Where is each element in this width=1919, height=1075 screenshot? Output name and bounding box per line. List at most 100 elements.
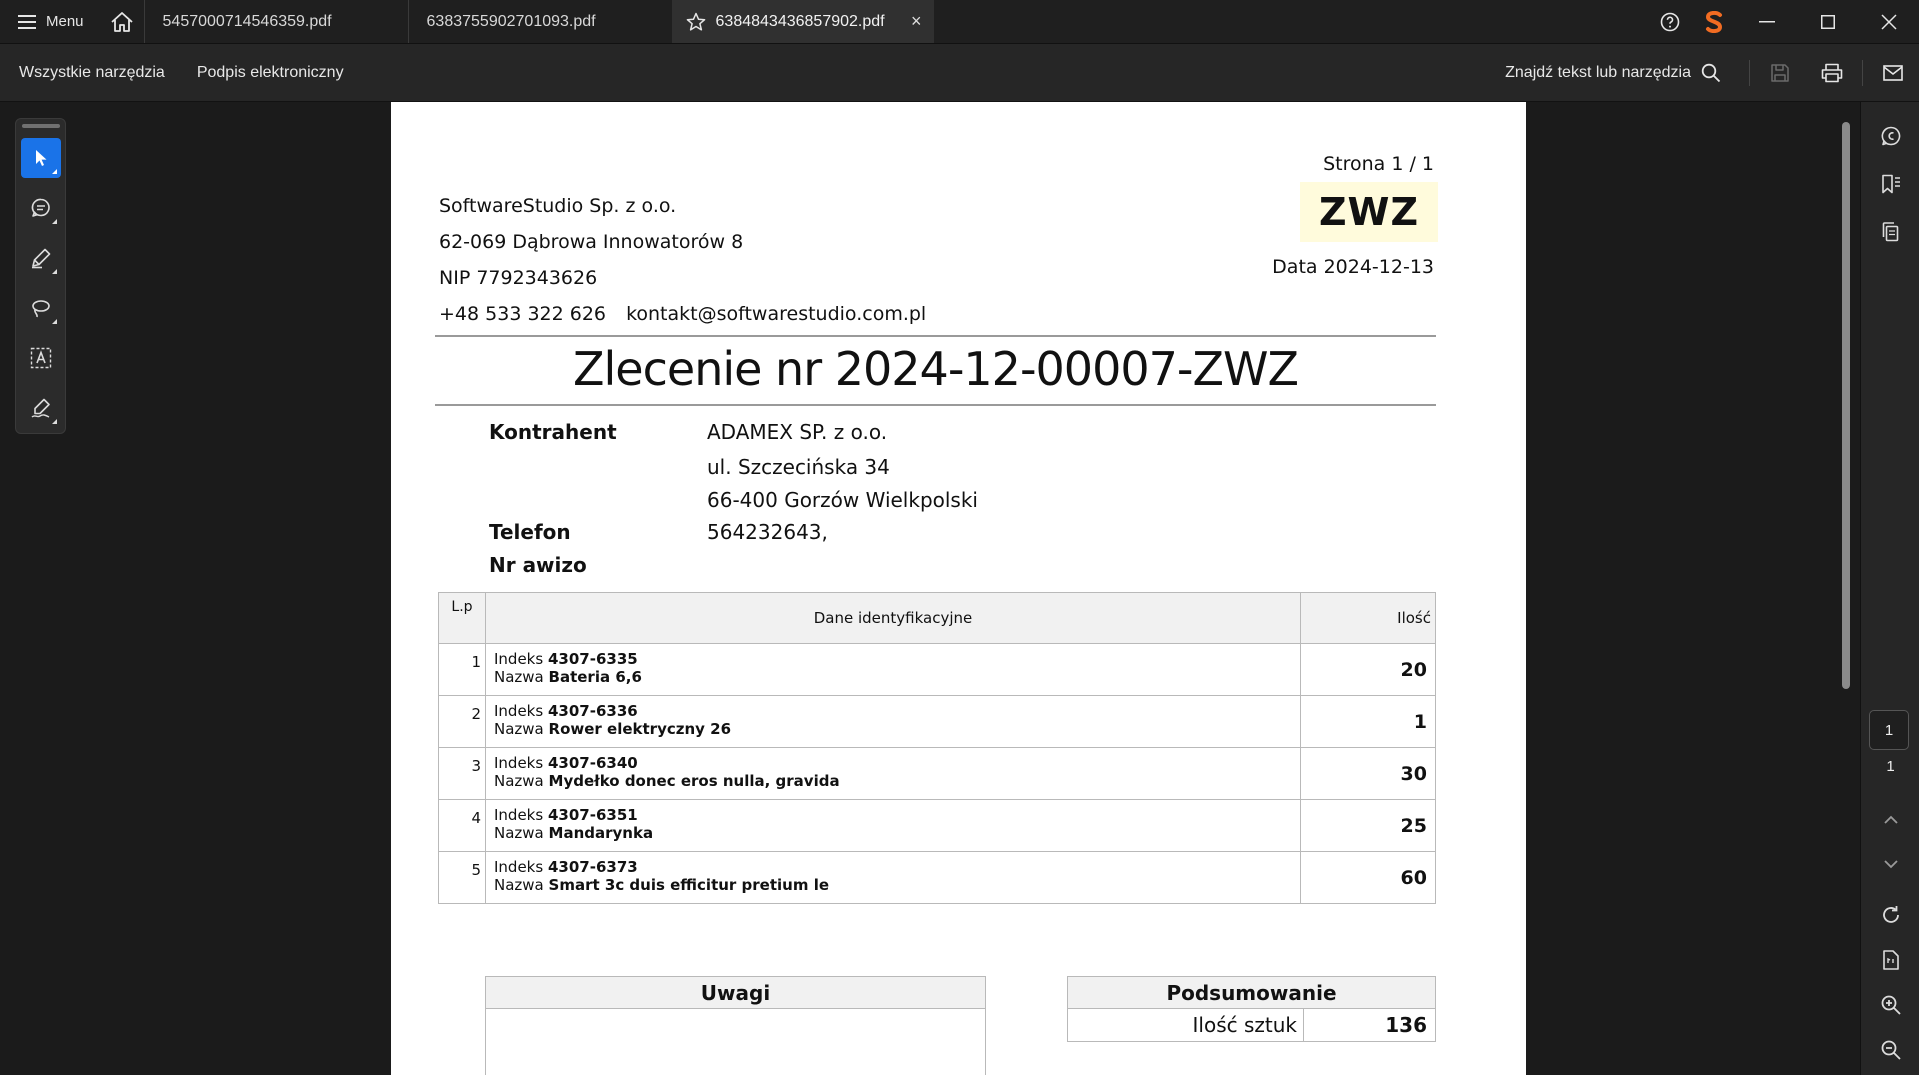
row-qty: 25 [1300, 799, 1436, 852]
tab-document-1[interactable]: 5457000714546359.pdf [143, 0, 408, 43]
panel-drag-handle[interactable] [21, 124, 60, 128]
company-address: 62-069 Dąbrowa Innowatorów 8 [439, 231, 744, 253]
total-pages: 1 [1886, 758, 1895, 775]
mail-icon [1883, 64, 1903, 81]
remarks-header: Uwagi [486, 977, 985, 1009]
index-label: Indeks [494, 858, 544, 876]
tab-label: 5457000714546359.pdf [162, 12, 332, 30]
company-info: SoftwareStudio Sp. z o.o. 62-069 Dąbrowa… [439, 188, 926, 332]
all-tools-button[interactable]: Wszystkie narzędzia [0, 64, 178, 82]
help-button[interactable] [1648, 0, 1692, 44]
company-name: SoftwareStudio Sp. z o.o. [439, 195, 677, 217]
previous-page-button[interactable] [1861, 800, 1919, 840]
hamburger-icon [18, 14, 36, 29]
row-qty: 30 [1300, 747, 1436, 800]
tab-label: 6384843436857902.pdf [715, 12, 885, 30]
window-close-icon [1880, 13, 1897, 30]
minimize-button[interactable] [1736, 0, 1797, 44]
highlight-tool-button[interactable] [21, 238, 61, 278]
row-index: 4307-6351 [547, 806, 638, 824]
rotate-icon [1882, 906, 1899, 923]
row-desc: Indeks 4307-6340 Nazwa Mydełko donec ero… [485, 747, 1301, 800]
minimize-icon [1758, 20, 1775, 22]
comment-tool-button[interactable] [21, 188, 61, 228]
row-desc: Indeks 4307-6336 Nazwa Rower elektryczny… [485, 695, 1301, 748]
select-cursor-icon [35, 150, 46, 166]
items-table: L.p Dane identyfikacyjne Ilość 1 Indeks … [438, 592, 1436, 904]
sign-tool-button[interactable] [21, 388, 61, 428]
name-label: Nazwa [494, 772, 544, 790]
next-page-button[interactable] [1861, 844, 1919, 884]
chevron-down-icon [1883, 860, 1898, 869]
row-desc: Indeks 4307-6335 Nazwa Bateria 6,6 [485, 643, 1301, 696]
zoom-out-icon [1881, 1040, 1901, 1060]
copy-pages-icon [1882, 222, 1898, 242]
table-row: 4 Indeks 4307-6351 Nazwa Mandarynka 25 [438, 799, 1436, 852]
find-text-or-tools[interactable]: Znajdź tekst lub narzędzia [1505, 63, 1745, 83]
phone-value: 564232643, [707, 520, 828, 544]
bookmark-icon [1881, 174, 1900, 194]
row-index: 4307-6373 [547, 858, 638, 876]
zoom-in-button[interactable] [1861, 985, 1919, 1025]
rotate-button[interactable] [1861, 895, 1919, 935]
ai-assistant-button[interactable] [1861, 116, 1919, 156]
draw-tool-button[interactable] [21, 288, 61, 328]
print-icon [1821, 63, 1843, 82]
page-fit-icon [1882, 950, 1899, 970]
index-label: Indeks [494, 650, 544, 668]
toolbar-divider [1862, 59, 1863, 86]
save-button[interactable] [1754, 44, 1806, 102]
mail-button[interactable] [1867, 44, 1919, 102]
company-phone: +48 533 322 626 [439, 303, 607, 325]
document-type-badge: ZWZ [1300, 182, 1438, 242]
star-icon[interactable] [686, 12, 706, 32]
e-signature-button[interactable]: Podpis elektroniczny [178, 64, 363, 82]
name-label: Nazwa [494, 720, 544, 738]
toolbar-divider [1749, 59, 1750, 86]
index-label: Indeks [494, 806, 544, 824]
select-tool-button[interactable] [20, 138, 61, 178]
tool-options-indicator [51, 419, 57, 424]
document-date: Data 2024-12-13 [1272, 256, 1434, 278]
fit-page-button[interactable] [1861, 940, 1919, 980]
tool-options-indicator [51, 169, 57, 174]
row-lp: 5 [438, 851, 486, 904]
row-index: 4307-6335 [547, 650, 638, 668]
main-toolbar: Wszystkie narzędzia Podpis elektroniczny… [0, 44, 1919, 102]
brand-button[interactable] [1692, 0, 1736, 44]
contractor-label: Kontrahent [489, 420, 617, 444]
row-name: Rower elektryczny 26 [548, 720, 732, 738]
home-button[interactable] [100, 0, 144, 43]
tab-close-icon[interactable]: × [911, 11, 922, 32]
organize-pages-button[interactable] [1861, 212, 1919, 252]
row-name: Mydełko donec eros nulla, gravida [548, 772, 840, 790]
tab-label: 6383755902701093.pdf [426, 12, 596, 30]
home-icon [110, 11, 133, 32]
text-box-icon [30, 347, 51, 369]
zoom-in-icon [1881, 995, 1901, 1015]
tab-document-3-active[interactable]: 6384843436857902.pdf × [671, 0, 934, 43]
zoom-out-button[interactable] [1861, 1030, 1919, 1070]
menu-button[interactable]: Menu [0, 0, 100, 43]
table-row: 2 Indeks 4307-6336 Nazwa Rower elektrycz… [438, 695, 1436, 748]
maximize-button[interactable] [1797, 0, 1858, 44]
bookmarks-button[interactable] [1861, 164, 1919, 204]
row-name: Bateria 6,6 [548, 668, 642, 686]
tool-options-indicator [51, 269, 57, 274]
row-name: Smart 3c duis efficitur pretium le [548, 876, 830, 894]
page-counter: Strona 1 / 1 [1323, 153, 1434, 175]
window-close-button[interactable] [1858, 0, 1919, 44]
print-button[interactable] [1806, 44, 1858, 102]
divider-line [435, 335, 1436, 337]
index-label: Indeks [494, 754, 544, 772]
awizo-label: Nr awizo [489, 553, 587, 577]
tab-document-2[interactable]: 6383755902701093.pdf [407, 0, 671, 43]
help-icon [1660, 12, 1680, 31]
row-qty: 1 [1300, 695, 1436, 748]
current-page-input[interactable]: 1 [1869, 710, 1909, 750]
text-box-tool-button[interactable] [21, 338, 61, 378]
maximize-icon [1820, 14, 1835, 29]
remarks-box: Uwagi [485, 976, 986, 1075]
vertical-scrollbar[interactable] [1842, 122, 1850, 689]
company-email: kontakt@softwarestudio.com.pl [626, 303, 927, 325]
